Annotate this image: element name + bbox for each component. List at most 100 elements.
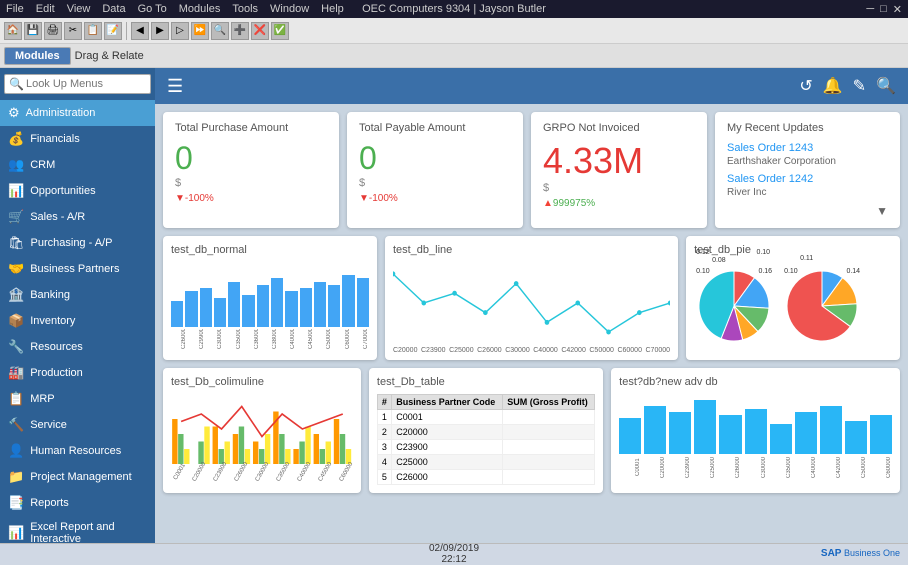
table-cell xyxy=(503,425,595,440)
update-link-1243[interactable]: Sales Order 1243 xyxy=(727,142,888,154)
recent-updates-expand-icon[interactable]: ▼ xyxy=(876,204,888,218)
table-cell: 4 xyxy=(377,455,391,470)
refresh-icon[interactable]: ↺ xyxy=(799,76,812,96)
menu-edit[interactable]: Edit xyxy=(36,3,55,15)
toolbar-icon-7[interactable]: ◀ xyxy=(131,22,149,40)
sidebar-item-crm[interactable]: 👥CRM xyxy=(0,152,155,178)
maximize-icon[interactable]: □ xyxy=(880,3,887,16)
kpi-row: Total Purchase Amount 0 $ ▼-100% Total P… xyxy=(163,112,900,228)
adv-x-label: C35000 xyxy=(770,456,792,478)
search-header-icon[interactable]: 🔍 xyxy=(876,76,896,96)
toolbar-icon-6[interactable]: 📝 xyxy=(104,22,122,40)
menu-window[interactable]: Window xyxy=(270,3,309,15)
minimize-icon[interactable]: ─ xyxy=(866,3,874,16)
close-icon[interactable]: ✕ xyxy=(893,3,902,16)
update-sub-1243: Earthshaker Corporation xyxy=(727,156,888,167)
toolbar-icon-11[interactable]: 🔍 xyxy=(211,22,229,40)
toolbar-icon-12[interactable]: ➕ xyxy=(231,22,249,40)
sidebar-item-reports[interactable]: 📑Reports xyxy=(0,490,155,516)
bar xyxy=(171,301,183,327)
search-icon: 🔍 xyxy=(9,77,24,91)
search-bar[interactable]: 🔍 xyxy=(4,74,151,94)
search-input[interactable] xyxy=(26,78,146,90)
toolbar-icon-14[interactable]: ✅ xyxy=(271,22,289,40)
update-link-1242[interactable]: Sales Order 1242 xyxy=(727,173,888,185)
toolbar-icon-1[interactable]: 🏠 xyxy=(4,22,22,40)
menu-tools[interactable]: Tools xyxy=(232,3,258,15)
tab-modules[interactable]: Modules xyxy=(4,47,71,65)
menu-help[interactable]: Help xyxy=(321,3,344,15)
sidebar-item-sales---a-r[interactable]: 🛒Sales - A/R xyxy=(0,204,155,230)
line-chart-title: test_db_line xyxy=(393,244,670,256)
table-cell: C25000 xyxy=(392,455,503,470)
table-row: 4C25000 xyxy=(377,455,594,470)
toolbar-icon-5[interactable]: 📋 xyxy=(84,22,102,40)
sidebar-item-service[interactable]: 🔨Service xyxy=(0,412,155,438)
sidebar-item-opportunities[interactable]: 📊Opportunities xyxy=(0,178,155,204)
sidebar-item-mrp[interactable]: 📋MRP xyxy=(0,386,155,412)
menu-goto[interactable]: Go To xyxy=(138,3,167,15)
module-tab-bar: Modules Drag & Relate xyxy=(0,44,908,68)
hamburger-icon[interactable]: ☰ xyxy=(167,76,183,97)
content-header: ☰ ↺ 🔔 ✎ 🔍 xyxy=(155,68,908,104)
table-cell: 3 xyxy=(377,440,391,455)
line-chart: C20000 C23900 C25000 C26000 C30000 C4000… xyxy=(393,262,670,342)
tab-drag-relate[interactable]: Drag & Relate xyxy=(75,50,144,62)
sidebar-item-purchasing---a-p[interactable]: 🛍Purchasing - A/P xyxy=(0,230,155,256)
toolbar-icon-8[interactable]: ▶ xyxy=(151,22,169,40)
table-cell: C23900 xyxy=(392,440,503,455)
kpi-total-payable: Total Payable Amount 0 $ ▼-100% xyxy=(347,112,523,228)
content-area: ☰ ↺ 🔔 ✎ 🔍 Total Purchase Amount 0 $ ▼-10… xyxy=(155,68,908,543)
sidebar-item-inventory[interactable]: 📦Inventory xyxy=(0,308,155,334)
sidebar-item-banking[interactable]: 🏦Banking xyxy=(0,282,155,308)
sidebar-item-project-management[interactable]: 📁Project Management xyxy=(0,464,155,490)
sidebar-item-administration[interactable]: ⚙Administration xyxy=(0,100,155,126)
menu-file[interactable]: File xyxy=(6,3,24,15)
pie-chart-2 xyxy=(782,266,862,346)
table-cell xyxy=(503,455,595,470)
sidebar-item-resources[interactable]: 🔧Resources xyxy=(0,334,155,360)
table-cell: C26000 xyxy=(392,470,503,485)
menu-modules[interactable]: Modules xyxy=(179,3,221,15)
bar-x-label: C70000 xyxy=(353,329,369,349)
adv-bar xyxy=(669,412,691,454)
toolbar: 🏠 💾 🖨 ✂ 📋 📝 ◀ ▶ ▷ ⏩ 🔍 ➕ ❌ ✅ xyxy=(0,18,908,44)
sidebar-item-financials[interactable]: 💰Financials xyxy=(0,126,155,152)
sidebar-item-business-partners[interactable]: 🤝Business Partners xyxy=(0,256,155,282)
bar-chart-title: test_db_normal xyxy=(171,244,369,256)
menu-data[interactable]: Data xyxy=(102,3,125,15)
kpi-payable-value: 0 xyxy=(359,140,511,177)
bar xyxy=(357,278,369,327)
toolbar-icon-2[interactable]: 💾 xyxy=(24,22,42,40)
pie-charts: 0.10 0.16 0.12 0.08 0.10 xyxy=(694,262,892,352)
toolbar-icon-4[interactable]: ✂ xyxy=(64,22,82,40)
colimuline-chart-card: test_Db_colimuline C0001 C20000 C23900 C… xyxy=(163,368,361,493)
bell-icon[interactable]: 🔔 xyxy=(823,76,843,96)
adv-bar xyxy=(694,400,716,454)
bar-x-label: C26000 xyxy=(171,329,187,349)
col-sum: SUM (Gross Profit) xyxy=(503,395,595,410)
table-chart-title: test_Db_table xyxy=(377,376,595,388)
kpi-payable-title: Total Payable Amount xyxy=(359,122,511,134)
adv-x-label: C60000 xyxy=(870,456,892,478)
menu-view[interactable]: View xyxy=(67,3,91,15)
sidebar-item-human-resources[interactable]: 👤Human Resources xyxy=(0,438,155,464)
toolbar-icon-10[interactable]: ⏩ xyxy=(191,22,209,40)
table-cell xyxy=(503,470,595,485)
edit-icon[interactable]: ✎ xyxy=(853,76,866,96)
toolbar-icon-3[interactable]: 🖨 xyxy=(44,22,62,40)
bar-x-label: C38000 xyxy=(262,329,278,349)
bar-x-label: C40000 xyxy=(280,329,296,349)
adv-bar xyxy=(795,412,817,454)
kpi-payable-currency: $ xyxy=(359,177,511,189)
bar xyxy=(185,291,197,327)
table-row: 1C0001 xyxy=(377,410,594,425)
sidebar-item-excel-report-and-interactive[interactable]: 📊Excel Report and Interactive xyxy=(0,516,155,543)
toolbar-icon-13[interactable]: ❌ xyxy=(251,22,269,40)
adv-x-label: C26000 xyxy=(719,456,741,478)
sidebar-item-production[interactable]: 🏭Production xyxy=(0,360,155,386)
adv-bar xyxy=(820,406,842,454)
main-layout: 🔍 ⚙Administration💰Financials👥CRM📊Opportu… xyxy=(0,68,908,543)
adv-x-label: C30000 xyxy=(745,456,767,478)
toolbar-icon-9[interactable]: ▷ xyxy=(171,22,189,40)
